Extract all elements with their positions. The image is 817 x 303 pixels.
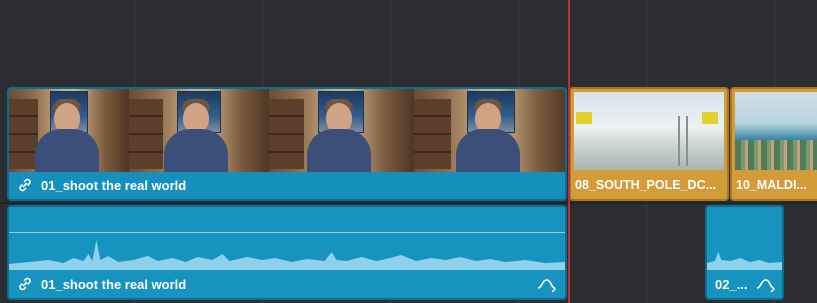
playhead[interactable] xyxy=(568,0,570,303)
audio-waveform xyxy=(707,252,782,270)
link-icon xyxy=(19,178,31,192)
video-clip-south-pole[interactable]: 08_SOUTH_POLE_DC... xyxy=(569,87,729,201)
interview-thumbnail xyxy=(129,89,269,172)
link-icon xyxy=(19,277,31,291)
clip-label-bar: 01_shoot the real world xyxy=(9,171,565,199)
clip-name: 10_MALDI... xyxy=(736,178,807,192)
clip-name: 02_... xyxy=(715,276,748,292)
ocean-reef-thumbnail xyxy=(735,92,817,170)
timeline[interactable]: 01_shoot the real world 08_SOUTH_POLE_DC… xyxy=(0,0,817,303)
clip-name: 01_shoot the real world xyxy=(41,276,187,292)
clip-thumbnail-strip xyxy=(735,92,817,170)
clip-thumbnail-strip xyxy=(574,92,724,170)
interview-thumbnail xyxy=(269,89,414,172)
track-divider xyxy=(0,202,817,204)
waveform-area xyxy=(9,207,565,270)
snow-runway-thumbnail xyxy=(574,92,724,170)
video-clip-shoot-the-real-world[interactable]: 01_shoot the real world xyxy=(7,87,567,201)
clip-label-bar: 01_shoot the real world xyxy=(9,270,565,298)
waveform-area xyxy=(707,207,782,270)
keyframe-curve-icon[interactable] xyxy=(537,276,557,294)
clip-name: 01_shoot the real world xyxy=(41,177,187,193)
keyframe-curve-icon[interactable] xyxy=(756,276,776,294)
clip-label-bar: 10_MALDI... xyxy=(732,171,817,199)
audio-clip-02[interactable]: 02_... xyxy=(705,205,784,300)
clip-label-bar: 08_SOUTH_POLE_DC... xyxy=(571,171,727,199)
video-clip-maldives[interactable]: 10_MALDI... xyxy=(730,87,817,201)
clip-name: 08_SOUTH_POLE_DC... xyxy=(575,178,717,192)
audio-waveform xyxy=(9,240,565,270)
interview-thumbnail xyxy=(9,89,129,172)
audio-clip-shoot-the-real-world[interactable]: 01_shoot the real world xyxy=(7,205,567,300)
clip-thumbnail-strip xyxy=(9,89,565,172)
interview-thumbnail xyxy=(414,89,565,172)
